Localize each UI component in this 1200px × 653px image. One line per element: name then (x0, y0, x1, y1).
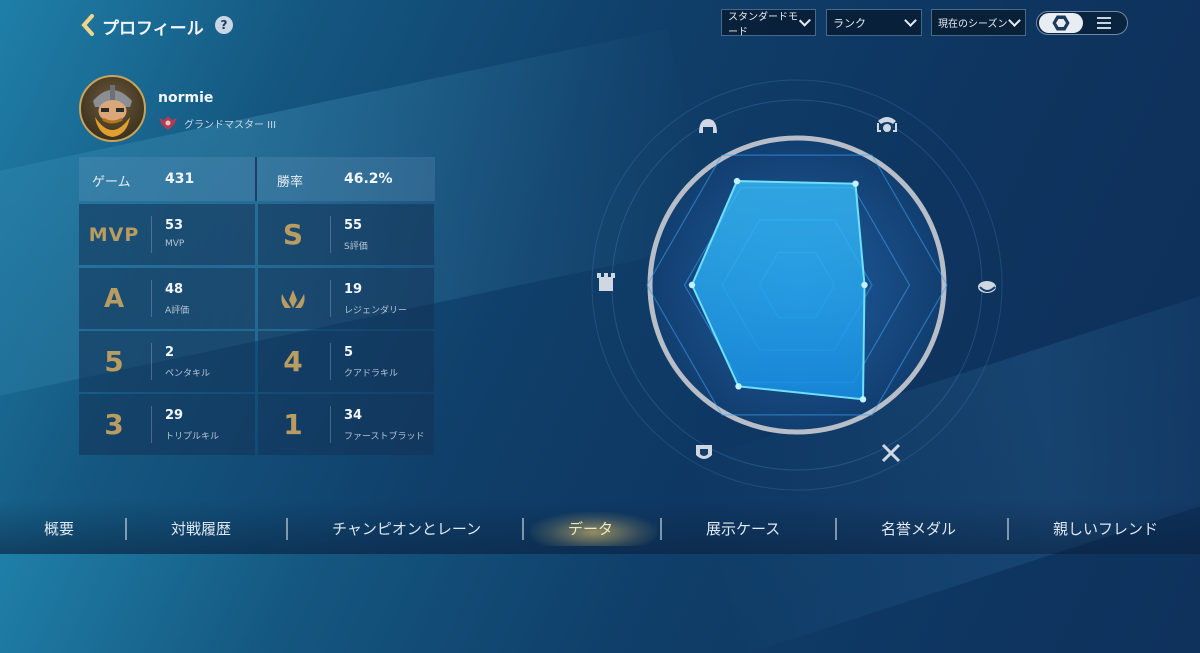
winrate-label: 勝率 (277, 175, 304, 190)
tab-separator (835, 518, 837, 540)
tab-separator (1007, 518, 1009, 540)
view-toggle[interactable] (1036, 11, 1128, 35)
stat-value: 2 (165, 345, 175, 360)
a-grade-badge: A (103, 283, 125, 314)
mvp-badge: MVP (88, 223, 140, 246)
chevron-down-icon (904, 14, 917, 27)
tab-showcase[interactable]: 展示ケース (706, 518, 780, 539)
stat-value: 19 (344, 282, 363, 297)
stat-cell-legendary: 19 レジェンダリー (258, 268, 434, 329)
page-title: プロフィール (102, 19, 204, 39)
avatar-portrait-icon (93, 85, 132, 137)
stat-cell-s: S 55 S評価 (258, 204, 434, 265)
first-blood-badge: 1 (283, 408, 303, 441)
stat-label: ファーストブラッド (344, 432, 425, 442)
stat-value: 48 (165, 282, 184, 297)
tab-separator (125, 518, 127, 540)
stat-label: トリプルキル (165, 432, 220, 442)
stat-label: S評価 (344, 242, 368, 252)
tab-separator (286, 518, 288, 540)
penta-badge: 5 (104, 345, 124, 378)
tab-champions-lanes[interactable]: チャンピオンとレーン (332, 518, 481, 539)
rank-dropdown-label: ランク (833, 16, 866, 30)
tab-separator (522, 518, 524, 540)
tab-honor-medals[interactable]: 名誉メダル (881, 518, 956, 539)
radar-point-tank (735, 383, 742, 390)
stat-value: 29 (165, 408, 184, 423)
stat-cell-firstblood: 1 34 ファーストブラッド (258, 394, 434, 455)
summary-bar: ゲーム 431 勝率 46.2% (79, 157, 435, 201)
radar-point-mage (861, 281, 868, 289)
hex-view-option[interactable] (1039, 13, 1083, 33)
stat-label: ペンタキル (165, 369, 211, 379)
chevron-left-icon (81, 14, 94, 36)
list-view-icon[interactable] (1097, 17, 1111, 29)
stat-cell-triple: 3 29 トリプルキル (79, 394, 255, 455)
player-name: normie (158, 90, 214, 106)
triple-badge: 3 (104, 408, 124, 441)
stat-value: 55 (344, 218, 363, 233)
games-label: ゲーム (92, 175, 131, 190)
mode-dropdown[interactable]: スタンダードモード (721, 9, 816, 38)
legendary-icon (258, 268, 328, 329)
season-dropdown-label: 現在のシーズン (938, 19, 1008, 30)
mage-hat-icon (978, 281, 996, 293)
radar-point-fighter (688, 281, 696, 289)
stat-label: レジェンダリー (344, 306, 408, 316)
rank-emblem-icon (159, 116, 177, 130)
fighter-helmet-icon (699, 119, 717, 133)
tab-overview[interactable]: 概要 (44, 518, 74, 539)
tank-ram-icon (877, 117, 897, 132)
defense-shield-icon (696, 445, 712, 459)
back-button[interactable] (78, 12, 98, 38)
crossed-swords-icon (881, 443, 901, 463)
chevron-down-icon (1008, 14, 1021, 27)
season-dropdown[interactable]: 現在のシーズン (931, 9, 1026, 36)
tab-close-friends[interactable]: 親しいフレンド (1053, 518, 1158, 539)
stat-cell-quadra: 4 5 クアドラキル (258, 331, 434, 392)
avatar[interactable] (79, 75, 146, 142)
tab-separator (660, 518, 662, 540)
stat-cell-penta: 5 2 ペンタキル (79, 331, 255, 392)
stat-label: クアドラキル (344, 369, 399, 379)
stat-value: 34 (344, 408, 363, 423)
rank-dropdown[interactable]: ランク (826, 9, 922, 36)
radar-point-marksman (733, 177, 741, 185)
stat-label: A評価 (165, 306, 190, 316)
s-grade-badge: S (282, 218, 304, 251)
tab-match-history[interactable]: 対戦履歴 (171, 518, 231, 539)
radar-point-support (859, 396, 867, 403)
tab-data[interactable]: データ (568, 518, 613, 539)
winrate-value: 46.2% (344, 171, 393, 187)
stat-value: 5 (344, 345, 354, 360)
role-radar-chart (591, 79, 1003, 491)
stat-label: MVP (165, 239, 185, 249)
mode-dropdown-label: スタンダードモード (728, 11, 798, 38)
games-value: 431 (165, 171, 195, 187)
rank-info: グランドマスター III (158, 115, 276, 131)
radar-point-assassin (852, 180, 859, 187)
stat-value: 53 (165, 218, 184, 233)
support-rook-icon (597, 273, 615, 291)
stat-cell-mvp: MVP 53 MVP (79, 204, 255, 265)
stat-cell-a: A 48 A評価 (79, 268, 255, 329)
help-button[interactable]: ? (215, 16, 233, 34)
divider (255, 157, 257, 201)
hexagon-icon (1052, 15, 1070, 31)
rank-label: グランドマスター III (184, 119, 277, 131)
quadra-badge: 4 (283, 345, 303, 378)
